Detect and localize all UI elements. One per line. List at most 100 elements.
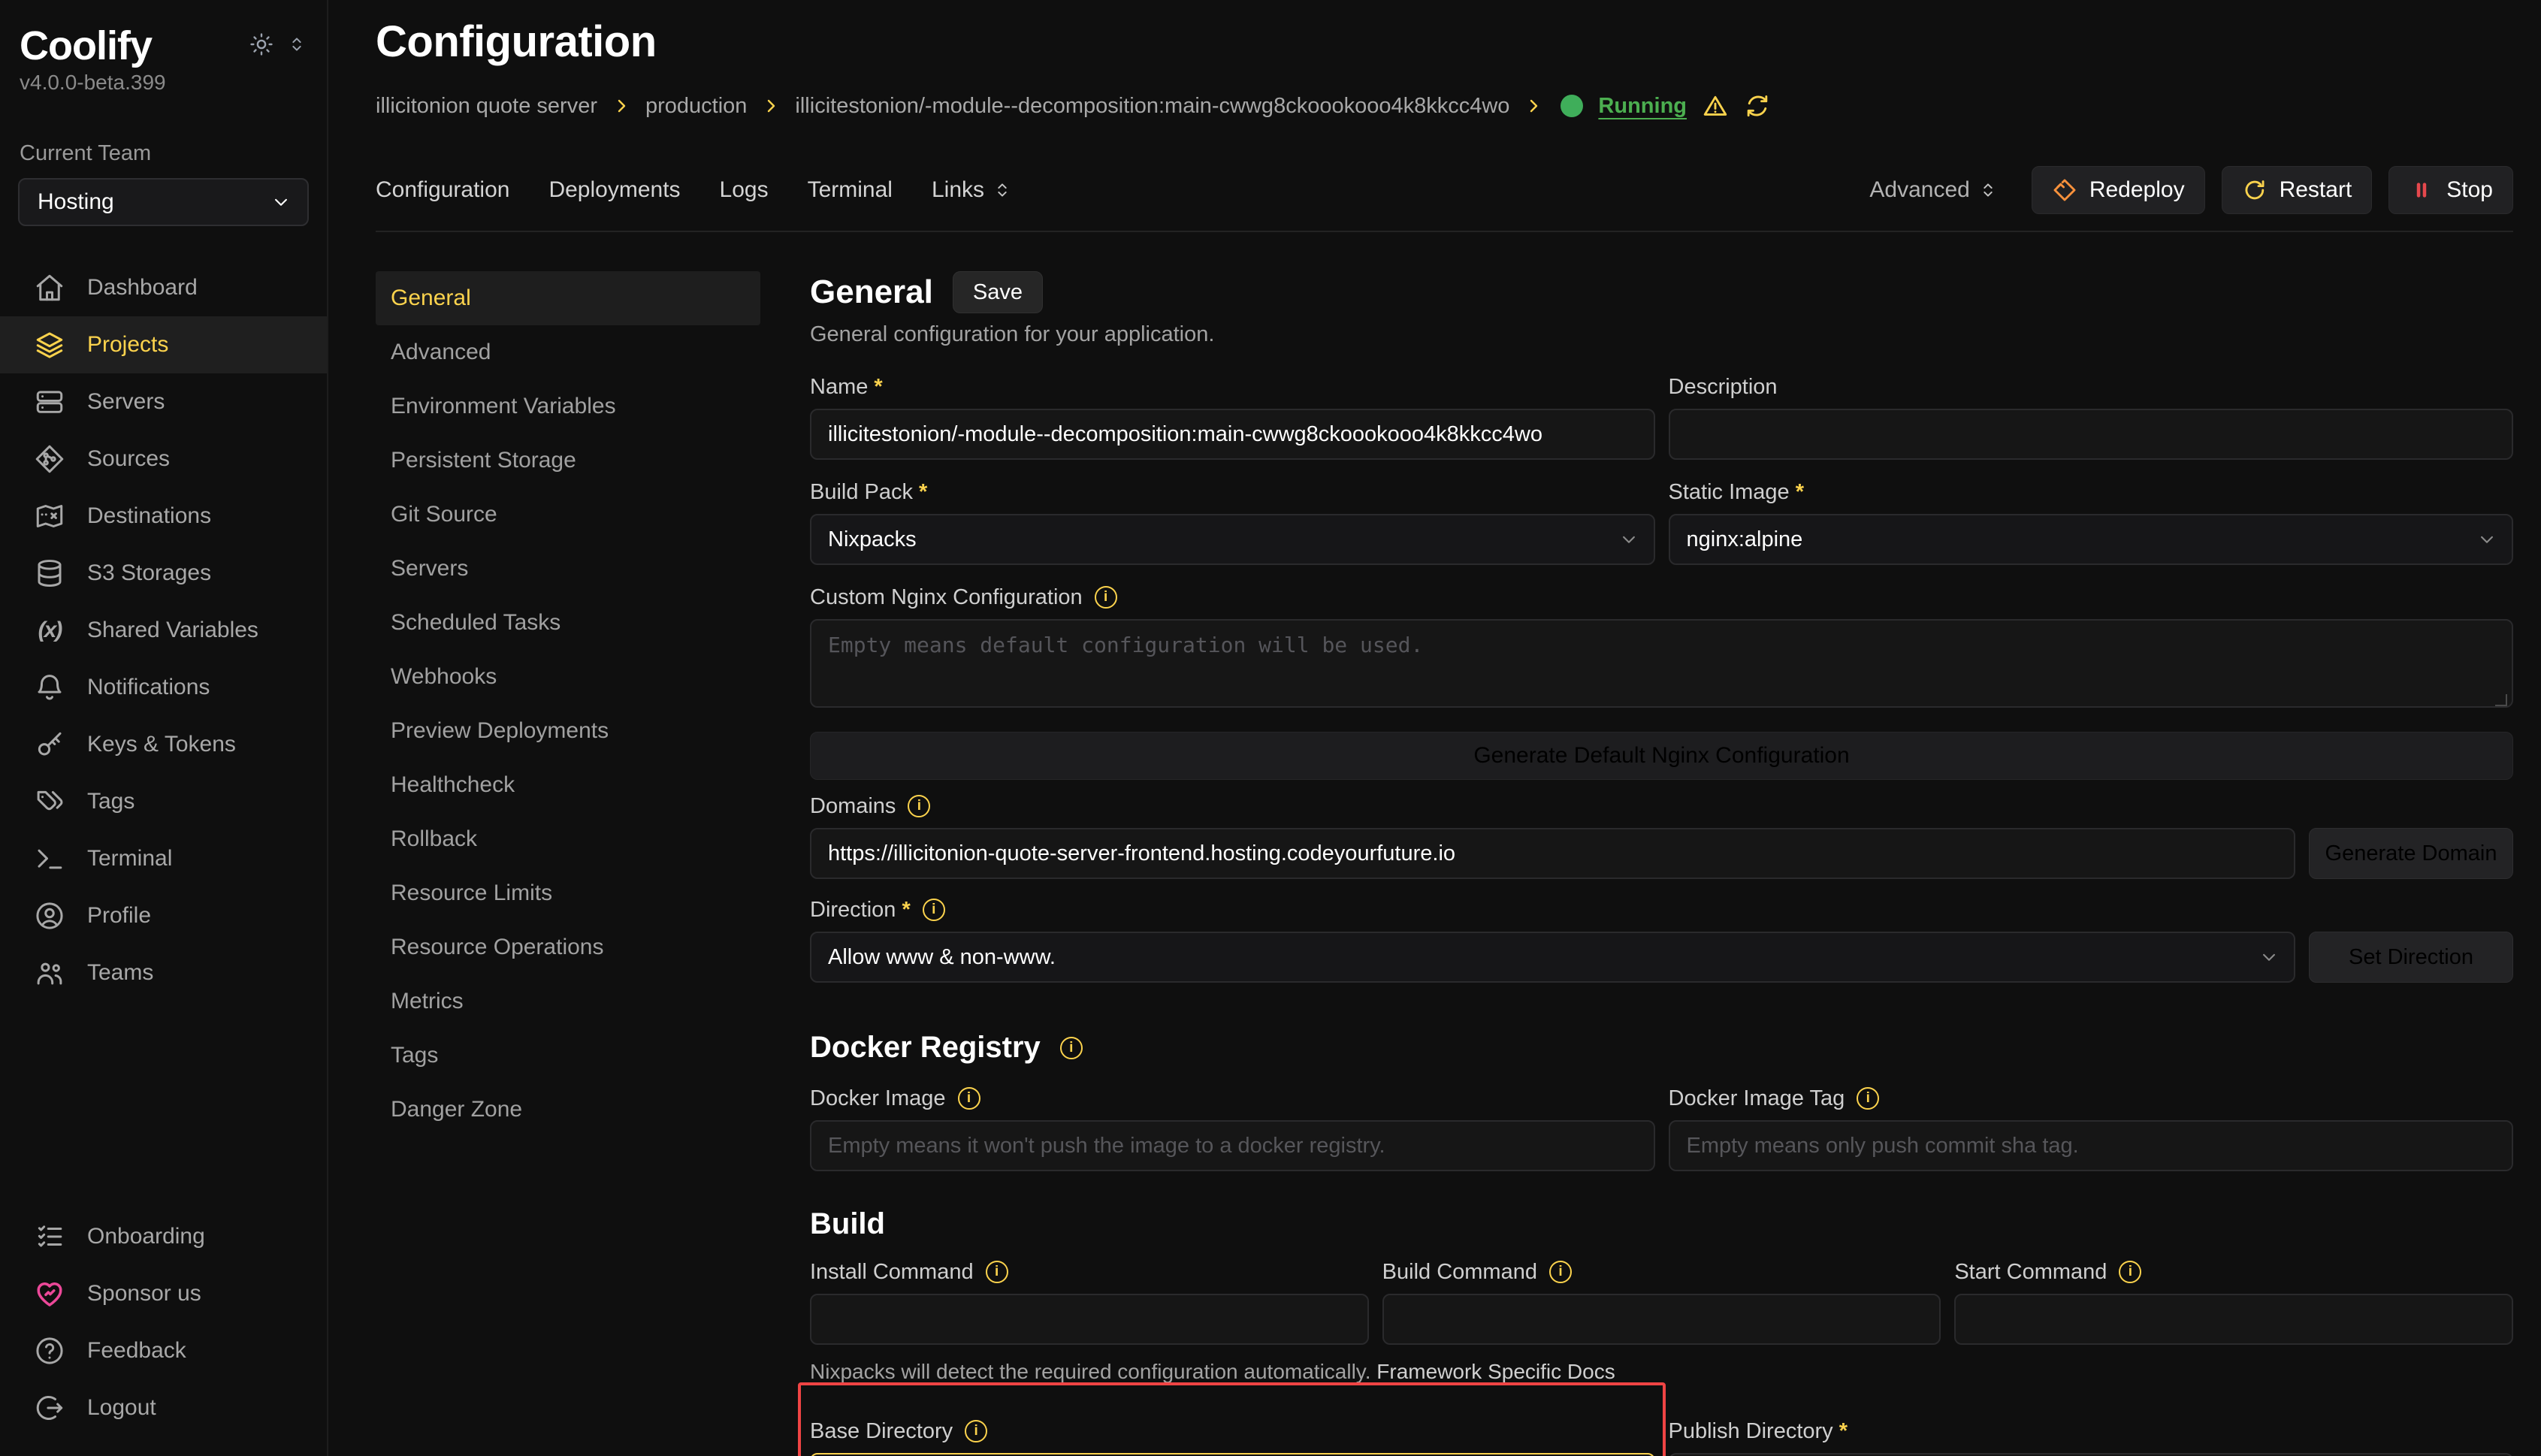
subnav-preview-deployments[interactable]: Preview Deployments [376,704,760,758]
build-pack-select[interactable]: Nixpacks [810,514,1655,565]
sidebar-item-terminal[interactable]: Terminal [0,830,327,887]
tab-links[interactable]: Links [932,177,1013,203]
nixpacks-note-text: Nixpacks will detect the required config… [810,1360,1376,1383]
general-subtitle: General configuration for your applicati… [810,322,2513,347]
sidebar-item-sponsor[interactable]: Sponsor us [0,1265,327,1322]
breadcrumb-project[interactable]: illicitonion quote server [376,94,597,119]
collapse-chevrons-icon[interactable] [286,34,307,55]
subnav-scheduled-tasks[interactable]: Scheduled Tasks [376,596,760,650]
subnav-metrics[interactable]: Metrics [376,974,760,1029]
static-image-select[interactable]: nginx:alpine [1669,514,2514,565]
tab-configuration[interactable]: Configuration [376,177,509,203]
sidebar-item-teams[interactable]: Teams [0,944,327,1001]
build-command-label: Build Command [1382,1260,1537,1285]
restart-label: Restart [2280,177,2352,203]
domains-input[interactable] [810,828,2295,879]
base-directory-input[interactable] [810,1453,1655,1456]
tab-bar: Configuration Deployments Logs Terminal … [376,166,2513,232]
generate-domain-button[interactable]: Generate Domain [2309,828,2513,879]
sidebar-item-feedback[interactable]: Feedback [0,1322,327,1379]
direction-select[interactable]: Allow www & non-www. [810,932,2295,983]
generate-nginx-button[interactable]: Generate Default Nginx Configuration [810,732,2513,780]
tab-deployments[interactable]: Deployments [548,177,680,203]
save-button[interactable]: Save [953,271,1043,313]
sidebar-item-logout[interactable]: Logout [0,1379,327,1436]
subnav-persistent-storage[interactable]: Persistent Storage [376,433,760,488]
tab-logs[interactable]: Logs [720,177,769,203]
info-icon [1549,1261,1572,1283]
description-label: Description [1669,375,1778,400]
sidebar-item-sources[interactable]: Sources [0,430,327,488]
build-command-input[interactable] [1382,1294,1941,1345]
app-logo: Coolify [20,23,152,69]
subnav-git-source[interactable]: Git Source [376,488,760,542]
sidebar-item-keys-tokens[interactable]: Keys & Tokens [0,716,327,773]
subnav-danger-zone[interactable]: Danger Zone [376,1083,760,1137]
sidebar-item-label: Teams [87,960,153,986]
subnav-healthcheck[interactable]: Healthcheck [376,758,760,812]
team-select-value: Hosting [38,189,114,215]
stop-label: Stop [2446,177,2493,203]
stop-button[interactable]: Stop [2388,166,2513,214]
sidebar-item-onboarding[interactable]: Onboarding [0,1208,327,1265]
sidebar-item-label: Tags [87,789,134,814]
sidebar-item-profile[interactable]: Profile [0,887,327,944]
framework-docs-link[interactable]: Framework Specific Docs [1376,1360,1615,1383]
theme-sun-icon[interactable] [249,32,274,57]
advanced-dropdown[interactable]: Advanced [1869,177,1998,203]
required-asterisk [1796,480,1804,505]
subnav-webhooks[interactable]: Webhooks [376,650,760,704]
subnav-resource-limits[interactable]: Resource Limits [376,866,760,920]
subnav-rollback[interactable]: Rollback [376,812,760,866]
sidebar-item-s3-storages[interactable]: S3 Storages [0,545,327,602]
required-asterisk [1839,1419,1848,1444]
sidebar-item-label: S3 Storages [87,560,211,586]
chevron-right-icon [1524,97,1542,115]
subnav-advanced[interactable]: Advanced [376,325,760,379]
general-heading: General [810,273,933,311]
breadcrumb-application[interactable]: illicitestonion/-module--decomposition:m… [795,94,1509,119]
docker-image-tag-input[interactable] [1669,1120,2514,1171]
sidebar-item-projects[interactable]: Projects [0,316,327,373]
general-form: General Save General configuration for y… [810,271,2513,1456]
sidebar-item-destinations[interactable]: Destinations [0,488,327,545]
set-direction-button[interactable]: Set Direction [2309,932,2513,983]
refresh-icon[interactable] [1744,92,1771,119]
restart-button[interactable]: Restart [2222,166,2373,214]
sidebar-item-dashboard[interactable]: Dashboard [0,259,327,316]
start-command-input[interactable] [1954,1294,2513,1345]
sidebar-item-tags[interactable]: Tags [0,773,327,830]
chevron-down-icon [2476,528,2498,551]
resize-handle[interactable] [2495,694,2507,706]
subnav-servers[interactable]: Servers [376,542,760,596]
status-running-link[interactable]: Running [1598,94,1687,119]
description-input[interactable] [1669,409,2514,460]
team-select[interactable]: Hosting [18,178,309,226]
publish-directory-input[interactable] [1669,1453,2514,1456]
install-command-input[interactable] [810,1294,1369,1345]
base-directory-label: Base Directory [810,1419,953,1444]
sidebar-item-notifications[interactable]: Notifications [0,659,327,716]
terminal-icon [33,843,66,875]
subnav-resource-operations[interactable]: Resource Operations [376,920,760,974]
sidebar-item-label: Sources [87,446,170,472]
page-title: Configuration [376,17,2513,67]
name-input[interactable] [810,409,1655,460]
breadcrumb-environment[interactable]: production [645,94,747,119]
docker-image-input[interactable] [810,1120,1655,1171]
sidebar-item-servers[interactable]: Servers [0,373,327,430]
chevrons-updown-icon [992,180,1013,201]
tab-terminal[interactable]: Terminal [808,177,893,203]
subnav-general[interactable]: General [376,271,760,325]
subnav-environment-variables[interactable]: Environment Variables [376,379,760,433]
docker-registry-heading: Docker Registry [810,1031,1041,1065]
info-icon [2119,1261,2141,1283]
sidebar-item-label: Onboarding [87,1224,205,1249]
info-icon [958,1087,980,1110]
custom-nginx-textarea[interactable] [810,619,2513,708]
git-source-icon [33,443,66,475]
redeploy-button[interactable]: Redeploy [2032,166,2205,214]
warning-triangle-icon[interactable] [1702,92,1729,119]
subnav-tags[interactable]: Tags [376,1029,760,1083]
sidebar-item-shared-variables[interactable]: Shared Variables [0,602,327,659]
